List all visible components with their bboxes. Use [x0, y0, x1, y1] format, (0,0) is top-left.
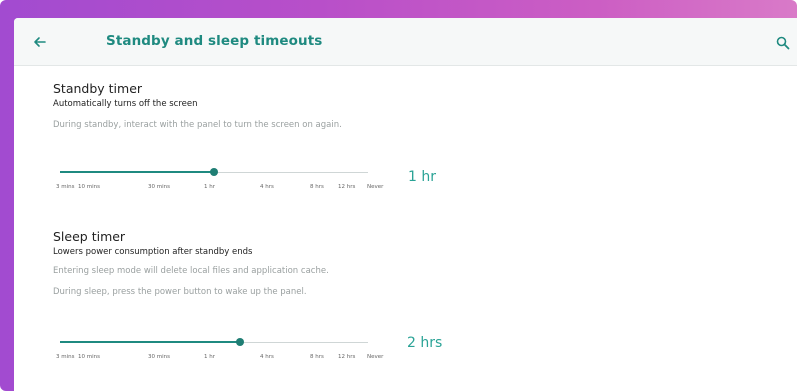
- tick-label: 3 mins: [56, 354, 75, 360]
- standby-timer-subtitle: Automatically turns off the screen: [53, 99, 198, 109]
- top-app-bar: Standby and sleep timeouts: [14, 18, 797, 66]
- sleep-timer-title: Sleep timer: [53, 229, 126, 244]
- sleep-timer-subtitle: Lowers power consumption after standby e…: [53, 247, 253, 257]
- tick-label: Never: [367, 354, 384, 360]
- slider-track-fill: [60, 341, 240, 343]
- slider-thumb[interactable]: [210, 168, 218, 176]
- sleep-timer-description-2: During sleep, press the power button to …: [53, 287, 307, 297]
- tick-label: 12 hrs: [338, 184, 356, 190]
- tick-label: 10 mins: [78, 184, 100, 190]
- sleep-timer-description-1: Entering sleep mode will delete local fi…: [53, 266, 329, 276]
- standby-timer-section: Standby timer Automatically turns off th…: [53, 81, 753, 131]
- tick-label: 12 hrs: [338, 354, 356, 360]
- sleep-timer-section: Sleep timer Lowers power consumption aft…: [53, 229, 753, 298]
- back-button[interactable]: [30, 32, 50, 52]
- tick-label: 1 hr: [204, 184, 215, 190]
- tick-label: 1 hr: [204, 354, 215, 360]
- standby-timer-value: 1 hr: [408, 169, 436, 185]
- search-button[interactable]: [776, 35, 790, 50]
- sleep-timer-value: 2 hrs: [407, 335, 443, 351]
- standby-timer-slider[interactable]: 3 mins 10 mins 30 mins 1 hr 4 hrs 8 hrs 12 hrs…: [52, 165, 384, 195]
- tick-label: 4 hrs: [260, 354, 274, 360]
- tick-label: 30 mins: [148, 184, 170, 190]
- slider-thumb[interactable]: [235, 338, 244, 346]
- tick-label: 30 mins: [148, 354, 170, 360]
- sleep-timer-slider[interactable]: 3 mins 10 mins 30 mins 1 hr 4 hrs 8 hrs 12 hrs…: [52, 335, 384, 365]
- page-title: Standby and sleep timeouts: [106, 33, 323, 49]
- tick-label: 10 mins: [78, 354, 100, 360]
- arrow-left-icon: [34, 37, 46, 47]
- slider-track-fill: [60, 171, 214, 173]
- device-frame: Standby and sleep timeouts Standby timer…: [0, 0, 797, 391]
- standby-timer-title: Standby timer: [53, 81, 143, 96]
- tick-label: 3 mins: [56, 184, 75, 190]
- tick-label: 4 hrs: [260, 184, 274, 190]
- tick-label: 8 hrs: [310, 184, 324, 190]
- standby-timer-description: During standby, interact with the panel …: [53, 120, 342, 130]
- tick-label: Never: [367, 184, 384, 190]
- search-icon: [776, 36, 790, 50]
- tick-label: 8 hrs: [310, 354, 324, 360]
- settings-screen: Standby and sleep timeouts Standby timer…: [14, 18, 797, 391]
